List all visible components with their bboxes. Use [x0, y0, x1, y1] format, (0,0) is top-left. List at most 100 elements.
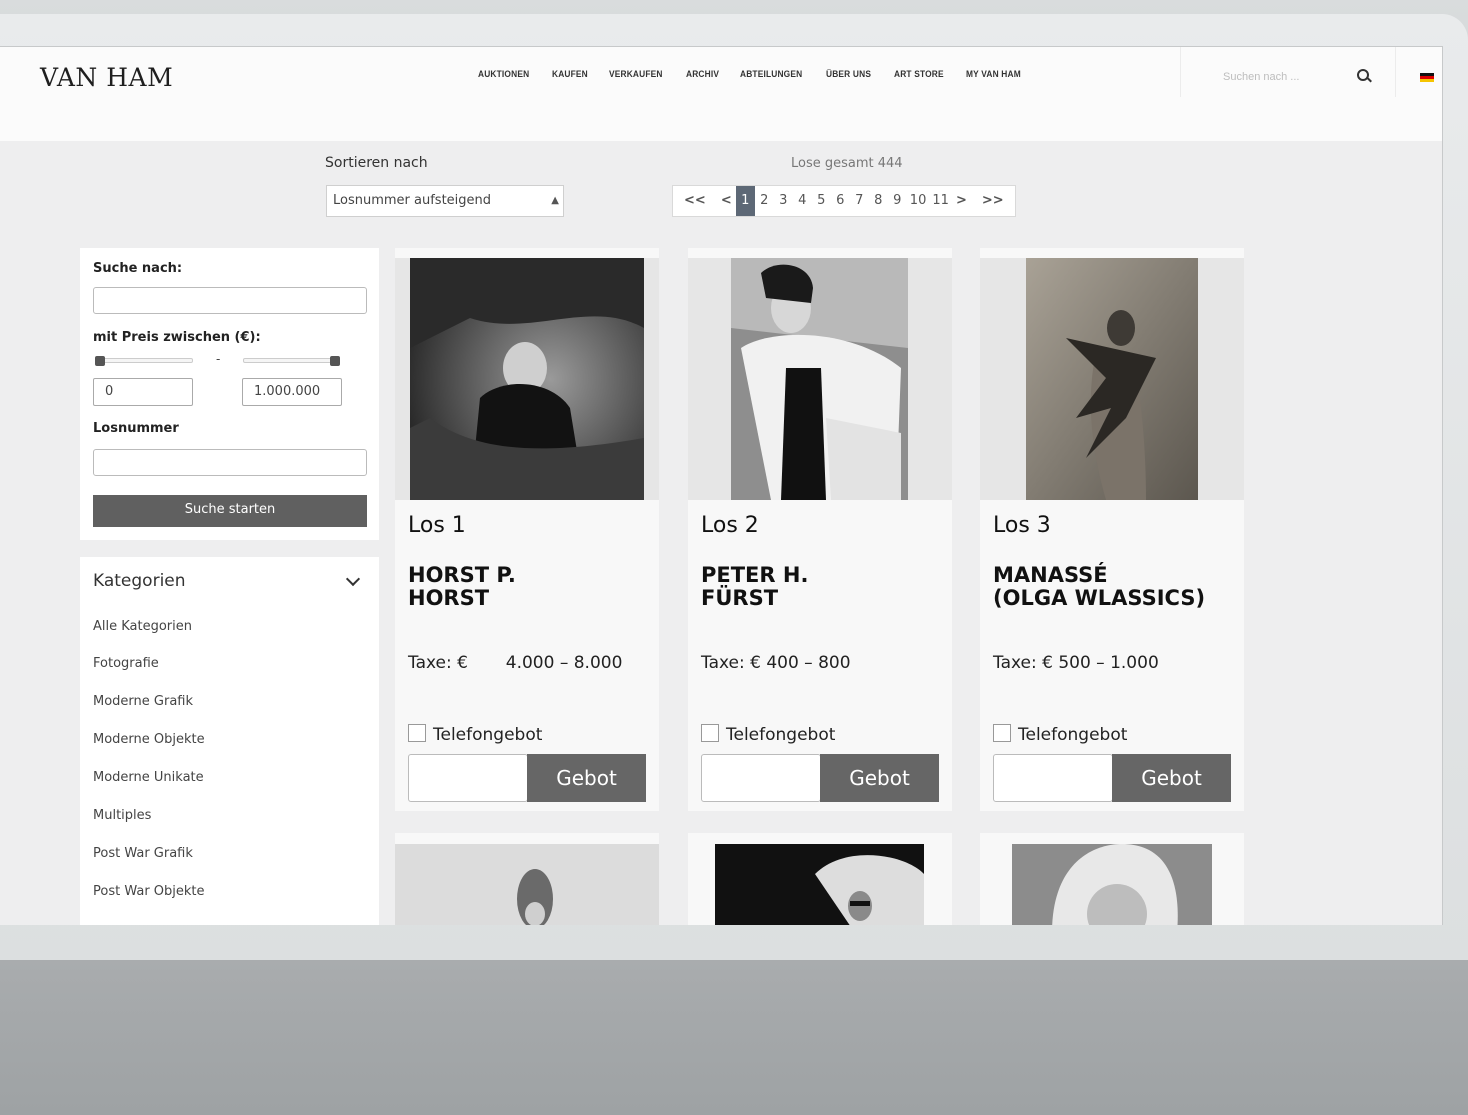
page-button[interactable]: 9 — [888, 186, 907, 216]
browser-screen: VAN HAM AUKTIONEN KAUFEN VERKAUFEN ARCHI… — [0, 46, 1443, 925]
page-button[interactable]: 11 — [929, 186, 952, 216]
nav-auktionen[interactable]: AUKTIONEN — [478, 69, 529, 80]
keyword-input[interactable] — [93, 287, 367, 314]
lot-image-frame — [980, 258, 1244, 500]
checkbox-icon[interactable] — [408, 724, 426, 742]
page-button[interactable]: 4 — [793, 186, 812, 216]
lot-number: Los 2 — [701, 513, 759, 538]
chevron-down-icon[interactable] — [345, 571, 361, 587]
total-lots: Lose gesamt 444 — [791, 156, 903, 171]
lot-card[interactable]: Los 1 HORST P. HORST Taxe: € 4.000 – 8.0… — [395, 248, 659, 811]
search-label: Suche nach: — [93, 261, 183, 276]
lot-number: Los 1 — [408, 513, 466, 538]
lot-card[interactable] — [980, 833, 1244, 925]
price-min-input[interactable]: 0 — [93, 378, 193, 406]
page-button[interactable]: 1 — [735, 186, 755, 216]
phone-bid-checkbox[interactable]: Telefongebot — [408, 724, 542, 745]
lot-photo[interactable] — [731, 258, 908, 500]
lot-photo[interactable] — [395, 844, 659, 925]
page-button[interactable]: 3 — [774, 186, 793, 216]
site-header: VAN HAM AUKTIONEN KAUFEN VERKAUFEN ARCHI… — [0, 47, 1442, 141]
site-logo[interactable]: VAN HAM — [40, 63, 173, 92]
category-item[interactable]: Post War Grafik — [93, 846, 193, 861]
category-item[interactable]: Post War Objekte — [93, 884, 205, 899]
page-button[interactable]: 6 — [831, 186, 850, 216]
lot-artist[interactable]: PETER H. FÜRST — [701, 564, 808, 610]
lot-card[interactable] — [688, 833, 952, 925]
lot-image-frame — [395, 258, 659, 500]
sort-selected-value: Losnummer aufsteigend — [333, 193, 492, 208]
lot-estimate: Taxe: € 500 – 1.000 — [993, 653, 1159, 673]
lot-card[interactable] — [395, 833, 659, 925]
lot-card[interactable]: Los 2 PETER H. FÜRST Taxe: € 400 – 800 T… — [688, 248, 952, 811]
filter-panel: Suche nach: mit Preis zwischen (€): - 0 … — [80, 248, 379, 540]
category-item[interactable]: Moderne Unikate — [93, 770, 204, 785]
category-item[interactable]: Fotografie — [93, 656, 159, 671]
nav-archiv[interactable]: ARCHIV — [686, 69, 719, 80]
lot-number-input[interactable] — [93, 449, 367, 476]
nav-kaufen[interactable]: KAUFEN — [552, 69, 588, 80]
category-item[interactable]: Alle Kategorien — [93, 619, 192, 634]
lot-number: Los 3 — [993, 513, 1051, 538]
price-max-input[interactable]: 1.000.000 — [242, 378, 342, 406]
sort-label: Sortieren nach — [325, 155, 428, 171]
price-max-slider[interactable] — [243, 358, 340, 363]
checkbox-icon[interactable] — [993, 724, 1011, 742]
page-button[interactable]: 10 — [907, 186, 930, 216]
phone-bid-checkbox[interactable]: Telefongebot — [993, 724, 1127, 745]
price-min-slider[interactable] — [96, 358, 193, 363]
lot-photo[interactable] — [1012, 844, 1212, 925]
lot-estimate: Taxe: € 400 – 800 — [701, 653, 851, 673]
nav-art-store[interactable]: ART STORE — [894, 69, 944, 80]
categories-panel: Kategorien Alle Kategorien Fotografie Mo… — [80, 557, 379, 925]
bid-button[interactable]: Gebot — [527, 754, 646, 802]
bid-amount-input[interactable] — [701, 754, 821, 802]
categories-title[interactable]: Kategorien — [93, 571, 186, 591]
price-min-handle[interactable] — [95, 356, 105, 366]
nav-verkaufen[interactable]: VERKAUFEN — [609, 69, 663, 80]
nav-abteilungen[interactable]: ABTEILUNGEN — [740, 69, 802, 80]
bid-amount-input[interactable] — [993, 754, 1113, 802]
lot-estimate: Taxe: € 4.000 – 8.000 — [408, 653, 623, 673]
lot-photo[interactable] — [1026, 258, 1198, 500]
range-dash: - — [216, 352, 221, 366]
lot-photo[interactable] — [410, 258, 644, 500]
page-first-button[interactable]: << — [673, 186, 717, 216]
main-nav: AUKTIONEN KAUFEN VERKAUFEN ARCHIV ABTEIL… — [478, 69, 1029, 80]
category-item[interactable]: Moderne Grafik — [93, 694, 193, 709]
page-last-button[interactable]: >> — [971, 186, 1015, 216]
page-button[interactable]: 7 — [850, 186, 869, 216]
search-submit-button[interactable]: Suche starten — [93, 495, 367, 527]
lot-number-label: Losnummer — [93, 421, 179, 436]
price-label: mit Preis zwischen (€): — [93, 330, 261, 345]
search-input[interactable]: Suchen nach ... — [1223, 71, 1299, 83]
page-next-button[interactable]: > — [952, 186, 971, 216]
lot-card[interactable]: Los 3 MANASSÉ (OLGA WLASSICS) Taxe: € 50… — [980, 248, 1244, 811]
pagination: << < 1 2 3 4 5 6 7 8 9 10 11 > >> — [672, 185, 1016, 217]
price-max-handle[interactable] — [330, 356, 340, 366]
page-button[interactable]: 8 — [869, 186, 888, 216]
laptop-deck — [0, 960, 1468, 1115]
lot-photo[interactable] — [715, 844, 924, 925]
phone-bid-label: Telefongebot — [1018, 725, 1128, 745]
phone-bid-label: Telefongebot — [433, 725, 543, 745]
sort-select[interactable]: Losnummer aufsteigend ▲ — [326, 185, 564, 217]
german-flag-icon[interactable] — [1420, 73, 1434, 82]
lot-artist[interactable]: MANASSÉ (OLGA WLASSICS) — [993, 564, 1205, 610]
phone-bid-checkbox[interactable]: Telefongebot — [701, 724, 835, 745]
category-item[interactable]: Moderne Objekte — [93, 732, 205, 747]
lot-artist[interactable]: HORST P. HORST — [408, 564, 516, 610]
bid-button[interactable]: Gebot — [820, 754, 939, 802]
search-icon[interactable] — [1357, 69, 1369, 81]
site-search[interactable]: Suchen nach ... — [1180, 47, 1396, 97]
page-prev-button[interactable]: < — [717, 186, 736, 216]
page-button[interactable]: 2 — [755, 186, 774, 216]
checkbox-icon[interactable] — [701, 724, 719, 742]
lot-image-frame — [688, 258, 952, 500]
nav-my-van-ham[interactable]: MY VAN HAM — [966, 69, 1021, 80]
bid-amount-input[interactable] — [408, 754, 528, 802]
nav-ueber-uns[interactable]: ÜBER UNS — [826, 69, 871, 80]
page-button[interactable]: 5 — [812, 186, 831, 216]
bid-button[interactable]: Gebot — [1112, 754, 1231, 802]
category-item[interactable]: Multiples — [93, 808, 151, 823]
